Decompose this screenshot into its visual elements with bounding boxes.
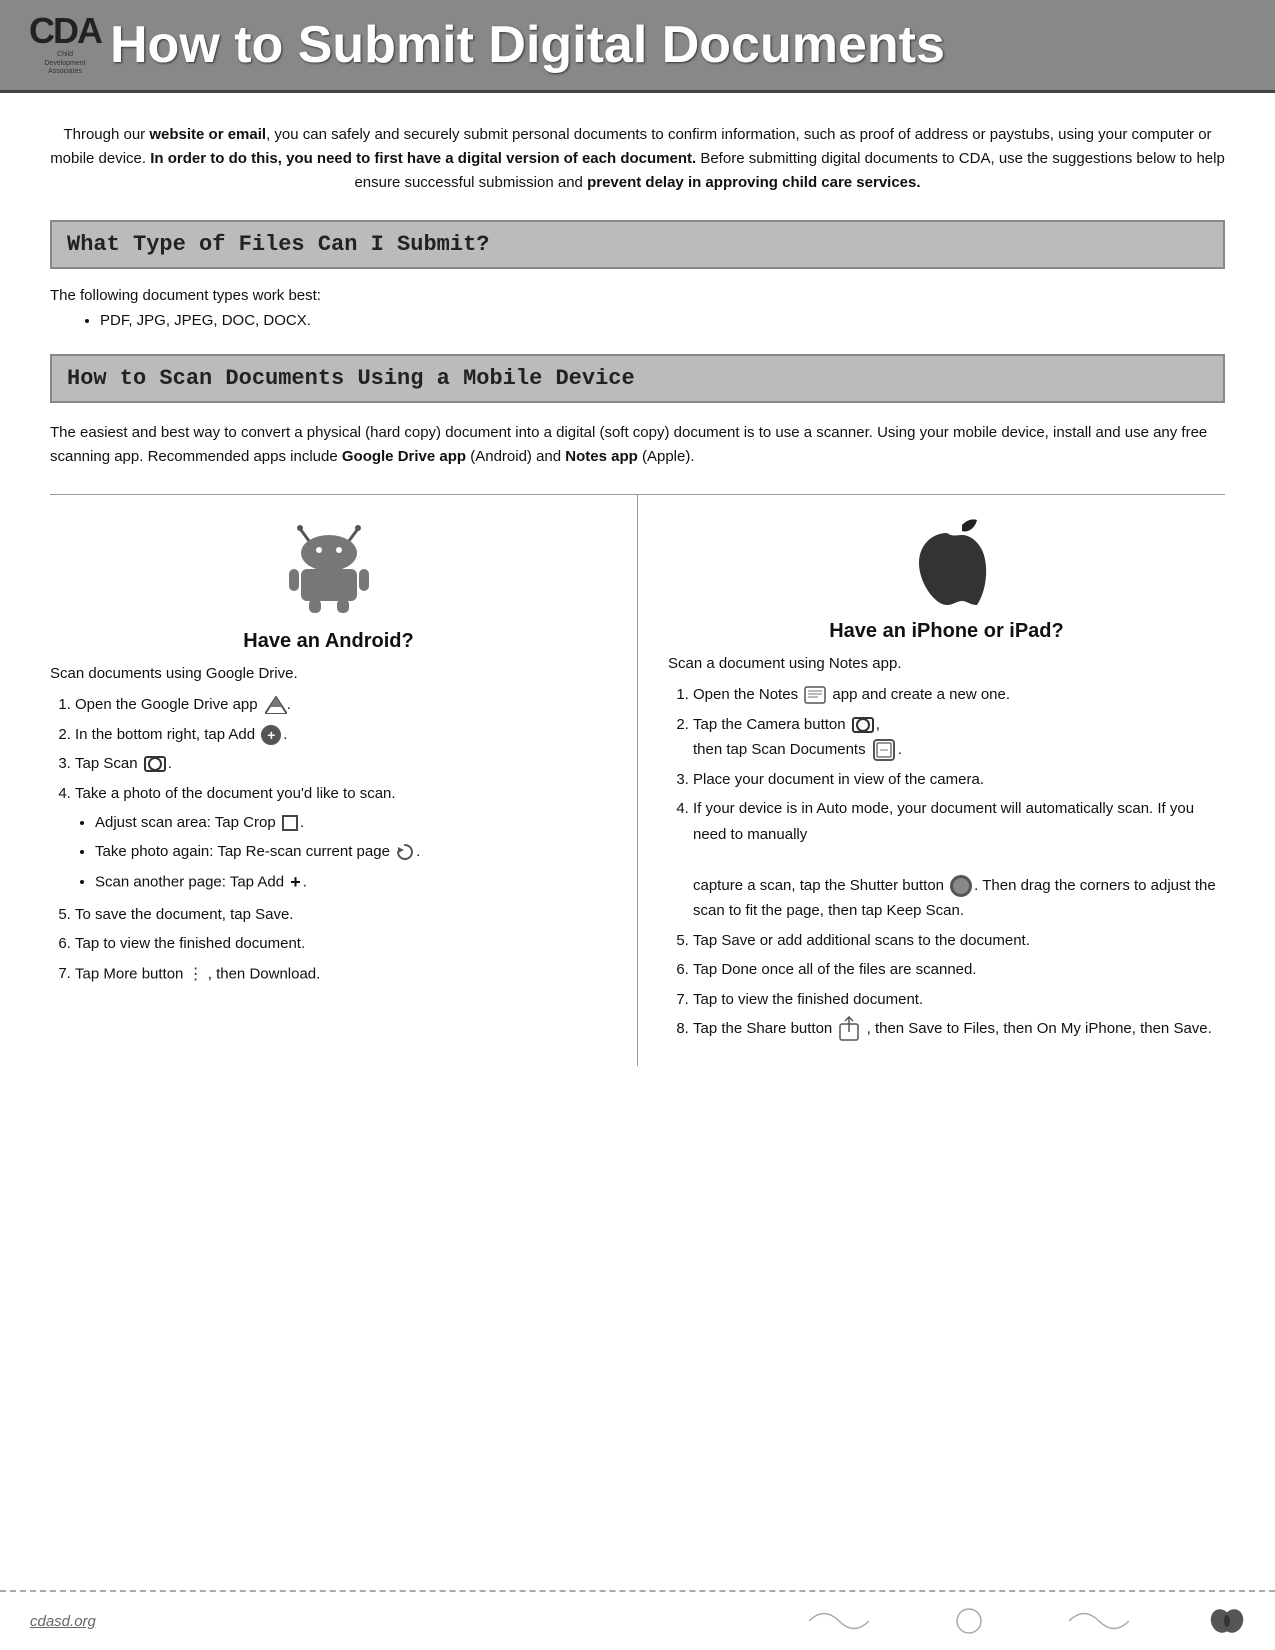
android-device-title: Have an Android? bbox=[50, 630, 607, 653]
iphone-step-4: If your device is in Auto mode, your doc… bbox=[693, 796, 1225, 924]
android-scan-subtitle: Scan documents using Google Drive. bbox=[50, 665, 607, 682]
doc-types-list: PDF, JPG, JPEG, DOC, DOCX. bbox=[100, 312, 1225, 329]
footer-circle bbox=[949, 1606, 989, 1636]
android-step-6: Tap to view the finished document. bbox=[75, 931, 607, 957]
iphone-step-6: Tap Done once all of the files are scann… bbox=[693, 957, 1225, 983]
iphone-step-7: Tap to view the finished document. bbox=[693, 987, 1225, 1013]
android-column: Have an Android? Scan documents using Go… bbox=[50, 495, 638, 1066]
scan-camera-icon bbox=[144, 756, 166, 772]
apple-logo-icon bbox=[907, 515, 987, 610]
footer-url: cdasd.org bbox=[30, 1613, 96, 1630]
doc-types-intro: The following document types work best: bbox=[50, 287, 1225, 304]
plus-icon: + bbox=[290, 867, 301, 898]
section1-header: What Type of Files Can I Submit? bbox=[50, 220, 1225, 269]
iphone-step-5: Tap Save or add additional scans to the … bbox=[693, 928, 1225, 954]
scan-documents-icon bbox=[872, 738, 896, 762]
android-step-3: Tap Scan . bbox=[75, 751, 607, 777]
footer-squiggle-1 bbox=[809, 1606, 869, 1636]
apple-icon-area bbox=[668, 515, 1225, 615]
page-title: How to Submit Digital Documents bbox=[110, 15, 945, 75]
iphone-step-1: Open the Notes app and create a new one. bbox=[693, 682, 1225, 708]
section2-title: How to Scan Documents Using a Mobile Dev… bbox=[67, 366, 1208, 391]
two-column-section: Have an Android? Scan documents using Go… bbox=[50, 494, 1225, 1066]
section1-title: What Type of Files Can I Submit? bbox=[67, 232, 1208, 257]
notes-icon bbox=[804, 686, 826, 704]
android-substeps: Adjust scan area: Tap Crop . Take photo … bbox=[95, 810, 607, 898]
main-content: Through our website or email, you can sa… bbox=[0, 93, 1275, 1096]
iphone-step-2: Tap the Camera button , then tap Scan Do… bbox=[693, 712, 1225, 763]
android-step-5: To save the document, tap Save. bbox=[75, 902, 607, 928]
logo-cda-text: CDA bbox=[29, 13, 101, 49]
android-substep-1: Adjust scan area: Tap Crop . bbox=[95, 810, 607, 836]
section2-header: How to Scan Documents Using a Mobile Dev… bbox=[50, 354, 1225, 403]
shutter-button-icon bbox=[950, 875, 972, 897]
android-step-4: Take a photo of the document you'd like … bbox=[75, 781, 607, 898]
more-button-icon: ⋮ bbox=[188, 961, 204, 988]
logo-subtext: ChildDevelopmentAssociates bbox=[44, 51, 85, 76]
iphone-device-title: Have an iPhone or iPad? bbox=[668, 620, 1225, 643]
scan-intro-paragraph: The easiest and best way to convert a ph… bbox=[50, 421, 1225, 469]
cda-logo: CDA ChildDevelopmentAssociates bbox=[20, 10, 110, 80]
iphone-scan-subtitle: Scan a document using Notes app. bbox=[668, 655, 1225, 672]
doc-types-item: PDF, JPG, JPEG, DOC, DOCX. bbox=[100, 312, 1225, 329]
rescan-icon bbox=[396, 843, 414, 861]
android-step-7: Tap More button ⋮ , then Download. bbox=[75, 961, 607, 988]
intro-paragraph: Through our website or email, you can sa… bbox=[50, 123, 1225, 195]
android-icon-area bbox=[50, 515, 607, 620]
footer-squiggle-2 bbox=[1069, 1606, 1129, 1636]
android-substep-2: Take photo again: Tap Re-scan current pa… bbox=[95, 839, 607, 865]
share-button-icon bbox=[838, 1016, 860, 1042]
footer-butterfly-icon bbox=[1209, 1606, 1245, 1636]
android-substep-3: Scan another page: Tap Add +. bbox=[95, 867, 607, 898]
page-header: CDA ChildDevelopmentAssociates How to Su… bbox=[0, 0, 1275, 93]
footer-decoration bbox=[809, 1606, 1245, 1636]
android-step-1: Open the Google Drive app . bbox=[75, 692, 607, 718]
android-robot-icon bbox=[279, 515, 379, 615]
iphone-step-3: Place your document in view of the camer… bbox=[693, 767, 1225, 793]
add-circle-icon bbox=[261, 725, 281, 745]
iphone-step-8: Tap the Share button , then Save to File… bbox=[693, 1016, 1225, 1042]
android-step-2: In the bottom right, tap Add . bbox=[75, 722, 607, 748]
camera-button-icon bbox=[852, 717, 874, 733]
page-footer: cdasd.org bbox=[0, 1590, 1275, 1650]
crop-icon bbox=[282, 815, 298, 831]
iphone-steps-list: Open the Notes app and create a new one.… bbox=[693, 682, 1225, 1042]
gdrive-icon bbox=[265, 696, 287, 714]
iphone-column: Have an iPhone or iPad? Scan a document … bbox=[638, 495, 1225, 1066]
android-steps-list: Open the Google Drive app . In the botto… bbox=[75, 692, 607, 988]
